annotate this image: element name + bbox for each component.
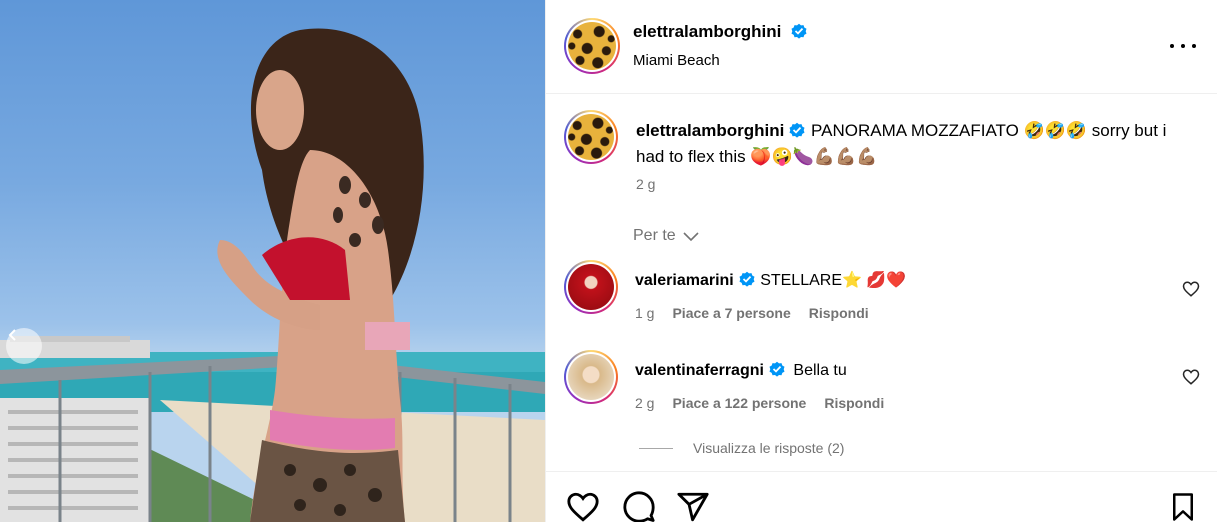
verified-badge-icon xyxy=(791,23,807,39)
comment-icon[interactable] xyxy=(622,490,656,522)
comment-avatar-valeriamarini[interactable] xyxy=(564,260,618,314)
comment-meta: 1 g Piace a 7 persone Rispondi xyxy=(635,305,869,321)
reply-button[interactable]: Rispondi xyxy=(824,395,884,411)
comments-sort-label: Per te xyxy=(633,227,676,244)
verified-badge-icon xyxy=(789,122,805,138)
reply-button[interactable]: Rispondi xyxy=(809,305,869,321)
post-header: elettralamborghini Miami Beach xyxy=(546,0,1217,94)
comment-likes-link[interactable]: Piace a 7 persone xyxy=(672,305,790,321)
send-icon[interactable] xyxy=(676,490,710,522)
author-username[interactable]: elettralamborghini xyxy=(633,22,781,41)
caption-username[interactable]: elettralamborghini xyxy=(636,121,784,140)
comment-body: valeriamarini STELLARE⭐️ 💋❤️ xyxy=(635,270,906,290)
comments-sort-dropdown[interactable]: Per te xyxy=(633,227,700,245)
comment-meta: 2 g Piace a 122 persone Rispondi xyxy=(635,395,884,411)
post-side-panel: elettralamborghini Miami Beach elettrala… xyxy=(545,0,1217,522)
chevron-down-icon xyxy=(683,232,699,242)
post-action-bar xyxy=(546,471,1217,522)
post-photo xyxy=(0,0,545,522)
caption-time[interactable]: 2 g xyxy=(636,176,655,192)
author-username-row[interactable]: elettralamborghini xyxy=(633,22,808,42)
comment-like-heart-icon[interactable] xyxy=(1182,368,1200,386)
post-location[interactable]: Miami Beach xyxy=(633,52,720,69)
more-options-button[interactable] xyxy=(1170,36,1196,56)
comment-avatar-valentinaferragni[interactable] xyxy=(564,350,618,404)
view-replies-button[interactable]: Visualizza le risposte (2) xyxy=(639,440,844,456)
view-replies-label: Visualizza le risposte (2) xyxy=(693,440,845,456)
carousel-prev-icon xyxy=(8,329,16,341)
bookmark-icon[interactable] xyxy=(1168,490,1198,522)
heart-icon[interactable] xyxy=(566,490,600,522)
divider-line xyxy=(639,447,673,449)
caption-avatar[interactable] xyxy=(564,110,618,164)
verified-badge-icon xyxy=(739,271,755,287)
post-caption: elettralamborghini PANORAMA MOZZAFIATO 🤣… xyxy=(636,118,1196,170)
comment-username[interactable]: valeriamarini xyxy=(635,272,734,289)
comment-username[interactable]: valentinaferragni xyxy=(635,362,764,379)
beach-balcony-scene xyxy=(0,28,545,522)
comment-text: STELLARE⭐️ 💋❤️ xyxy=(760,272,907,289)
comment-time[interactable]: 1 g xyxy=(635,305,654,321)
comment-text: Bella tu xyxy=(793,362,847,379)
comment-body: valentinaferragni Bella tu xyxy=(635,360,847,380)
carousel-prev-button[interactable] xyxy=(6,328,42,364)
comment-likes-link[interactable]: Piace a 122 persone xyxy=(672,395,806,411)
comment-like-heart-icon[interactable] xyxy=(1182,280,1200,298)
comment-time[interactable]: 2 g xyxy=(635,395,654,411)
more-options-icon xyxy=(1170,44,1174,48)
author-avatar[interactable] xyxy=(564,18,620,74)
verified-badge-icon xyxy=(769,361,785,377)
